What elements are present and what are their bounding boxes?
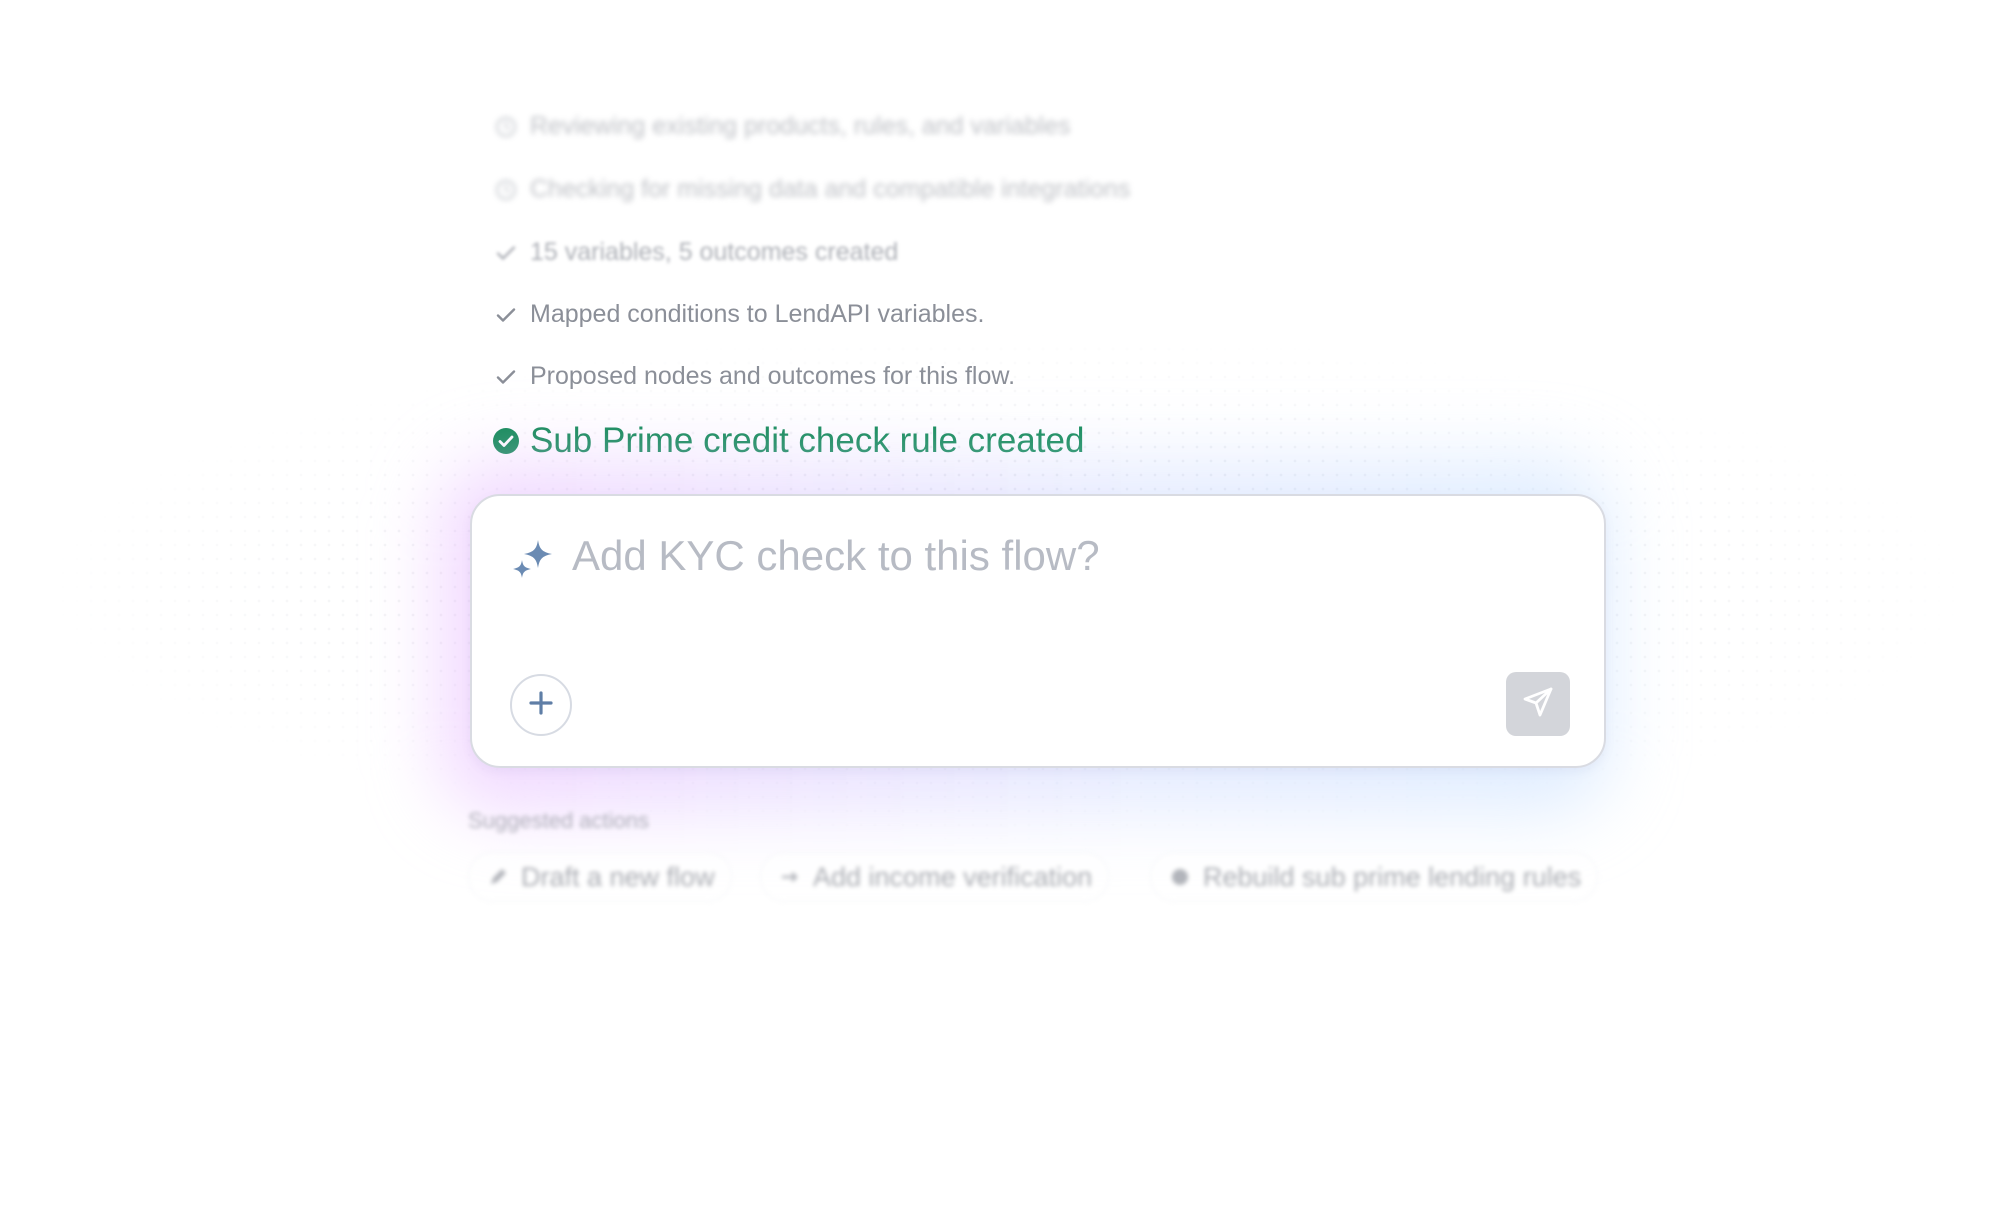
step-label: 15 variables, 5 outcomes created	[530, 238, 899, 266]
prompt-input[interactable]	[572, 524, 1532, 588]
clock-icon	[492, 176, 520, 204]
progress-step: Proposed nodes and outcomes for this flo…	[492, 362, 1015, 391]
suggested-action-chip[interactable]: Add income verification	[760, 852, 1110, 902]
step-label: Reviewing existing products, rules, and …	[530, 112, 1071, 140]
check-circle-icon	[492, 427, 520, 455]
arrow-icon	[777, 864, 803, 890]
result-label: Sub Prime credit check rule created	[530, 421, 1085, 460]
suggested-action-chip[interactable]: Rebuild sub prime lending rules	[1150, 852, 1599, 902]
step-label: Mapped conditions to LendAPI variables.	[530, 300, 985, 328]
progress-step: Checking for missing data and compatible…	[492, 175, 1130, 204]
check-icon	[492, 301, 520, 329]
add-attachment-button[interactable]	[510, 674, 572, 736]
send-icon	[1521, 685, 1555, 724]
suggested-action-chip[interactable]: Draft a new flow	[468, 852, 732, 902]
step-label: Checking for missing data and compatible…	[530, 175, 1131, 203]
check-icon	[492, 363, 520, 391]
sparkle-icon	[508, 536, 556, 584]
clock-icon	[492, 113, 520, 141]
progress-step: Reviewing existing products, rules, and …	[492, 112, 1071, 141]
progress-step: 15 variables, 5 outcomes created	[492, 238, 898, 267]
suggested-actions-title: Suggested actions	[468, 808, 650, 833]
plus-icon	[526, 688, 556, 723]
check-icon	[492, 239, 520, 267]
dot-icon	[1167, 864, 1193, 890]
progress-step: Mapped conditions to LendAPI variables.	[492, 300, 984, 329]
step-label: Proposed nodes and outcomes for this flo…	[530, 362, 1016, 390]
prompt-composer	[470, 494, 1606, 768]
pencil-icon	[485, 864, 511, 890]
suggested-action-label: Draft a new flow	[521, 861, 715, 892]
progress-result: Sub Prime credit check rule created	[492, 421, 1084, 461]
suggested-action-label: Rebuild sub prime lending rules	[1203, 861, 1582, 892]
send-button[interactable]	[1506, 672, 1570, 736]
suggested-action-label: Add income verification	[813, 861, 1093, 892]
